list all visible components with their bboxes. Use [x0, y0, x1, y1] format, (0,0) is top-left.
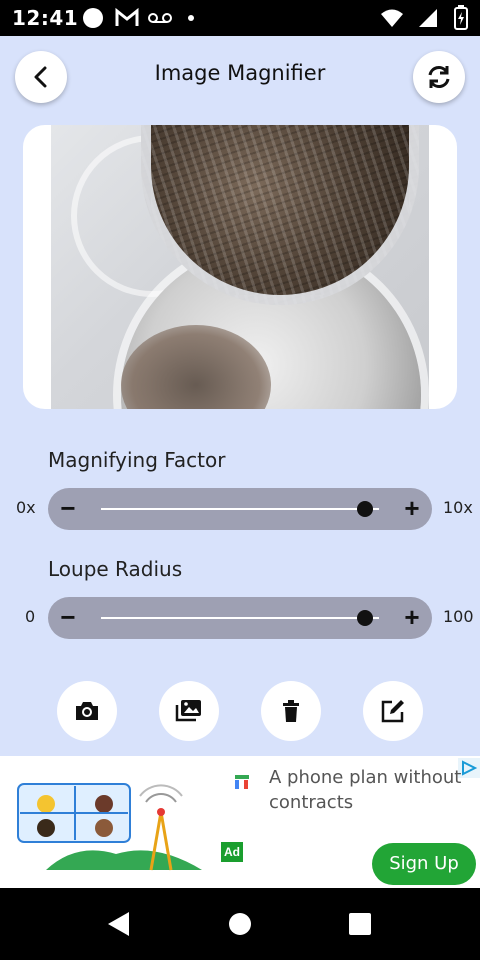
magnifying-factor-max: 10x — [443, 498, 473, 517]
ad-illustration — [17, 783, 202, 871]
loupe-radius-slider[interactable]: − + — [48, 597, 432, 639]
increase-magnification-button[interactable]: + — [398, 494, 426, 522]
voicemail-icon — [148, 13, 172, 23]
magnifying-factor-min: 0x — [16, 498, 36, 517]
ad-headline[interactable]: A phone plan without contracts — [269, 765, 469, 815]
edit-icon — [381, 700, 404, 723]
loupe-radius-max: 100 — [443, 607, 474, 626]
status-bar: 12:41 — [0, 0, 480, 36]
home-nav-icon[interactable] — [229, 913, 251, 935]
refresh-icon — [428, 66, 450, 88]
brand-logo-icon — [235, 775, 249, 789]
loupe-radius-thumb[interactable] — [357, 610, 374, 626]
signal-icon — [419, 9, 437, 27]
wifi-icon — [381, 9, 403, 27]
back-nav-icon[interactable] — [107, 911, 131, 937]
decrease-radius-button[interactable]: − — [54, 603, 82, 631]
magnifying-factor-label: Magnifying Factor — [48, 448, 226, 472]
loupe-radius-label: Loupe Radius — [48, 557, 183, 581]
circle-notification-icon — [83, 8, 103, 28]
camera-button[interactable] — [57, 681, 117, 741]
status-time: 12:41 — [12, 6, 79, 30]
gmail-icon — [115, 7, 139, 26]
page-title: Image Magnifier — [154, 61, 326, 85]
dot-icon — [188, 15, 194, 21]
edit-button[interactable] — [363, 681, 423, 741]
slider-track-line — [101, 508, 379, 510]
sign-up-button[interactable]: Sign Up — [372, 843, 476, 885]
trash-icon — [283, 700, 299, 722]
recents-nav-icon[interactable] — [349, 913, 371, 935]
increase-radius-button[interactable]: + — [398, 603, 426, 631]
slider-track-line — [101, 617, 379, 619]
magnifying-factor-slider[interactable]: − + — [48, 488, 432, 530]
battery-charging-icon — [454, 5, 468, 30]
navigation-bar — [0, 888, 480, 960]
delete-button[interactable] — [261, 681, 321, 741]
camera-icon — [76, 702, 98, 720]
magnifying-factor-thumb[interactable] — [357, 501, 374, 517]
gallery-icon — [175, 700, 201, 722]
image-preview-card — [23, 125, 457, 409]
loupe-radius-min: 0 — [25, 607, 36, 626]
ad-badge: Ad — [221, 842, 243, 862]
gallery-button[interactable] — [159, 681, 219, 741]
decrease-magnification-button[interactable]: − — [54, 494, 82, 522]
magnified-coin-image[interactable] — [51, 125, 429, 409]
refresh-button[interactable] — [413, 51, 465, 103]
